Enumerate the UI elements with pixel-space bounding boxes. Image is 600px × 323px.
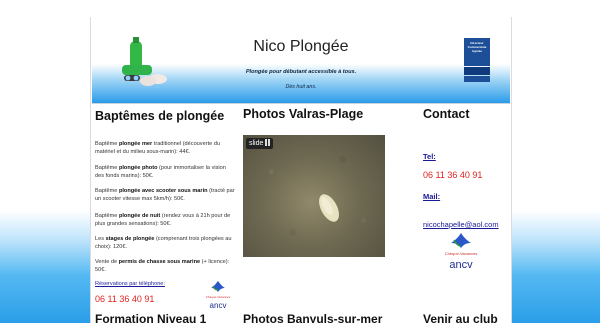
tel-label: Tel: (423, 152, 436, 161)
photos-column: Photos Valras-Plage slide (243, 107, 393, 257)
seashell-photo (319, 194, 339, 222)
offer-item: Vente de permis de chasse sous marine (+… (95, 259, 230, 273)
contact-column: Contact Tel: 06 11 36 40 91 Mail: nicoch… (423, 107, 507, 271)
ancv-logo: Chèque-Vacances ancv (445, 233, 478, 271)
ancv-brand: ancv (449, 259, 473, 271)
photos-banyuls-title: Photos Banyuls-sur-mer (243, 312, 383, 323)
diving-logo-text: Directeur Commerciale Agréée (464, 38, 490, 66)
baptemes-title: Baptêmes de plongée (95, 109, 225, 123)
ancv-brand: ancv (210, 301, 227, 310)
age-note: Dès huit ans. (285, 84, 317, 90)
photos-title: Photos Valras-Plage (243, 107, 364, 121)
reservation-link[interactable]: Réservations par téléphone: (95, 281, 165, 287)
site-tagline: Plongée pour débutant accessible à tous. (245, 69, 357, 75)
mail-label: Mail: (423, 192, 441, 201)
diving-director-logo: Directeur Commerciale Agréée (464, 38, 490, 82)
offer-item: Les stages de plongée (comprenant trois … (95, 236, 232, 250)
site-title: Nico Plongée (253, 38, 349, 55)
offer-item: Baptême plongée de nuit (rendez vous à 2… (95, 213, 231, 227)
ancv-logo: Chèque-Vacances ancv (206, 281, 231, 310)
slide-button[interactable]: slide (246, 138, 274, 149)
venir-club-title: Venir au club (423, 312, 498, 323)
email-link[interactable]: nicochapelle@aol.com (423, 220, 499, 229)
offer-item: Baptême plongée mer traditionnel (découv… (95, 141, 221, 155)
page-container: Nico Plongée Plongée pour débutant acces… (90, 17, 512, 323)
ancv-tag: Chèque-Vacances (445, 251, 478, 256)
formation-title: Formation Niveau 1 (95, 312, 207, 323)
offer-item: Baptême plongée photo (pour immortaliser… (95, 165, 226, 179)
photo-slideshow[interactable]: slide (243, 135, 385, 257)
pause-icon (265, 139, 271, 146)
site-header: Nico Plongée Plongée pour débutant acces… (92, 18, 510, 104)
contact-phone-number: 06 11 36 40 91 (423, 170, 483, 180)
slide-label: slide (249, 140, 264, 147)
ancv-tag: Chèque-Vacances (206, 295, 231, 299)
contact-title: Contact (423, 107, 470, 121)
left-phone-number: 06 11 36 40 91 (95, 294, 155, 304)
offer-item: Baptême plongée avec scooter sous marin … (95, 188, 235, 202)
baptemes-column: Baptêmes de plongée Baptême plongée mer … (95, 107, 235, 310)
